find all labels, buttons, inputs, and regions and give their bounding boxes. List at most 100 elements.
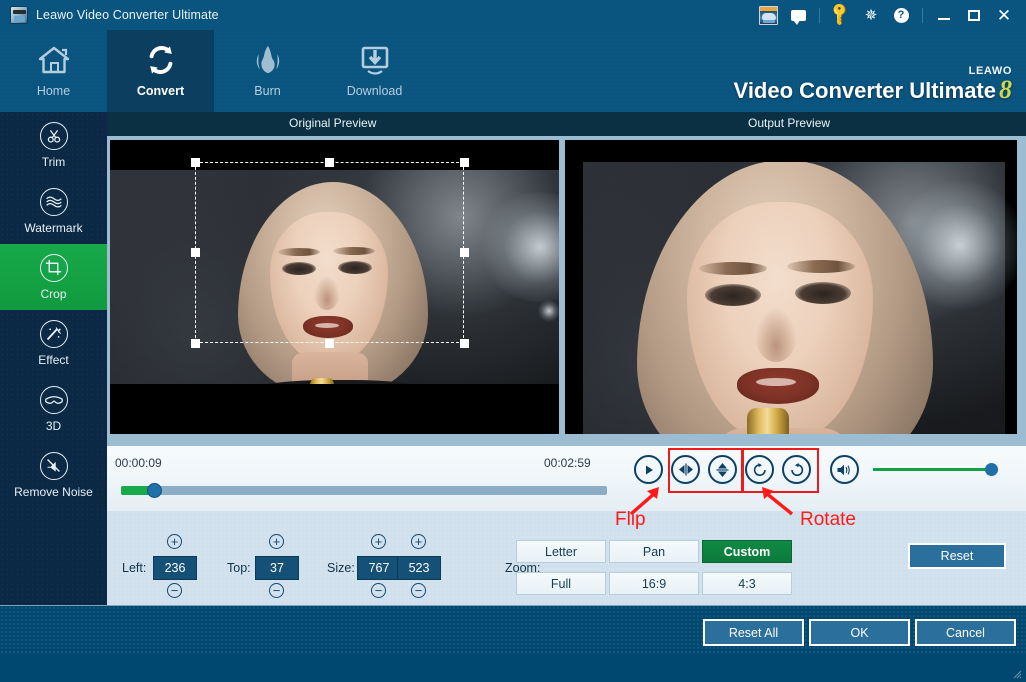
crop-handle-middle-left[interactable] <box>191 248 200 257</box>
play-icon <box>645 465 653 474</box>
annotation-arrows <box>629 487 794 516</box>
nav-label-burn: Burn <box>254 84 281 98</box>
help-button[interactable]: ? <box>887 2 915 28</box>
left-decrease-button[interactable]: − <box>167 583 182 598</box>
crop-handle-top-right[interactable] <box>460 158 469 167</box>
crop-editor-panel: Original Preview Output Preview 00:00:09… <box>107 112 1026 605</box>
maximize-icon <box>968 9 980 21</box>
settings-button[interactable]: ✵ <box>857 2 885 28</box>
speaker-icon <box>837 464 850 475</box>
crop-handle-bottom-left[interactable] <box>191 339 200 348</box>
sidebar-item-effect[interactable]: Effect <box>0 310 107 376</box>
promo-button[interactable] <box>754 2 782 28</box>
rotate-counterclockwise-button[interactable] <box>782 455 811 484</box>
cancel-button[interactable]: Cancel <box>915 619 1016 646</box>
resize-grip-icon[interactable] <box>1010 667 1022 679</box>
zoom-option-pan[interactable]: Pan <box>609 540 699 563</box>
top-value-field[interactable]: 37 <box>255 556 299 580</box>
volume-handle[interactable] <box>985 463 998 476</box>
reset-all-button[interactable]: Reset All <box>703 619 804 646</box>
sidebar-item-crop[interactable]: Crop <box>0 244 107 310</box>
waves-icon <box>39 187 68 216</box>
chat-icon <box>790 9 806 25</box>
convert-icon <box>143 44 179 79</box>
sidebar-label-effect: Effect <box>38 352 69 367</box>
size-height-increase-button[interactable]: + <box>411 534 426 549</box>
total-time: 00:02:59 <box>544 456 591 470</box>
preview-headers: Original Preview Output Preview <box>107 112 1026 136</box>
original-preview-video[interactable] <box>110 140 559 434</box>
glasses-3d-icon <box>39 385 68 414</box>
top-decrease-button[interactable]: − <box>269 583 284 598</box>
size-width-increase-button[interactable]: + <box>371 534 386 549</box>
output-preview-label: Output Preview <box>748 116 831 130</box>
maximize-button[interactable] <box>960 2 988 28</box>
crop-handle-middle-right[interactable] <box>460 248 469 257</box>
rotate-ccw-icon <box>790 462 803 476</box>
ok-button[interactable]: OK <box>809 619 910 646</box>
minimize-icon <box>938 18 950 20</box>
zoom-option-16-9[interactable]: 16:9 <box>609 572 699 595</box>
close-button[interactable]: ✕ <box>990 2 1018 28</box>
main-navigation: Home Convert Burn Download LEAWO Video C… <box>0 30 1026 112</box>
editor-sidebar: Trim Watermark Crop Effect 3D Remove Noi… <box>0 112 107 605</box>
brand-vendor: LEAWO <box>968 65 1012 77</box>
preview-area <box>107 136 1026 446</box>
size-height-field[interactable]: 523 <box>397 556 441 580</box>
zoom-option-custom[interactable]: Custom <box>702 540 792 563</box>
zoom-option-letter[interactable]: Letter <box>516 540 606 563</box>
minimize-button[interactable] <box>930 2 958 28</box>
video-frame-output <box>565 140 1017 434</box>
output-preview-video[interactable] <box>565 140 1017 434</box>
window-title: Leawo Video Converter Ultimate <box>36 8 219 22</box>
magic-wand-icon <box>39 319 68 348</box>
nav-item-burn[interactable]: Burn <box>214 30 321 112</box>
crop-handle-bottom-right[interactable] <box>460 339 469 348</box>
sidebar-item-trim[interactable]: Trim <box>0 112 107 178</box>
seek-handle[interactable] <box>147 483 162 498</box>
play-button[interactable] <box>634 455 663 484</box>
title-bar: Leawo Video Converter Ultimate 🔑 ✵ ? ✕ <box>0 0 1026 30</box>
zoom-option-4-3[interactable]: 4:3 <box>702 572 792 595</box>
close-icon: ✕ <box>996 5 1012 25</box>
zoom-option-full[interactable]: Full <box>516 572 606 595</box>
nav-label-convert: Convert <box>136 84 185 98</box>
left-value-field[interactable]: 236 <box>153 556 197 580</box>
sidebar-item-3d[interactable]: 3D <box>0 376 107 442</box>
register-button[interactable]: 🔑 <box>827 2 855 28</box>
left-increase-button[interactable]: + <box>167 534 182 549</box>
reset-button[interactable]: Reset <box>908 543 1006 569</box>
size-width-field[interactable]: 767 <box>357 556 401 580</box>
sidebar-item-watermark[interactable]: Watermark <box>0 178 107 244</box>
volume-button[interactable] <box>830 455 859 484</box>
feedback-button[interactable] <box>784 2 812 28</box>
crop-handle-top-center[interactable] <box>325 158 334 167</box>
flip-horizontal-button[interactable] <box>671 455 700 484</box>
top-increase-button[interactable]: + <box>269 534 284 549</box>
nav-item-home[interactable]: Home <box>0 30 107 112</box>
flip-vertical-button[interactable] <box>708 455 737 484</box>
nav-label-home: Home <box>36 84 71 98</box>
crop-icon <box>39 253 68 282</box>
noise-off-icon <box>39 451 68 480</box>
flip-vertical-icon <box>716 462 729 477</box>
size-height-decrease-button[interactable]: − <box>411 583 426 598</box>
seek-bar[interactable] <box>121 483 607 498</box>
home-icon <box>36 44 72 79</box>
nav-item-convert[interactable]: Convert <box>107 30 214 112</box>
nav-item-download[interactable]: Download <box>321 30 428 112</box>
volume-slider[interactable] <box>873 468 991 471</box>
title-bar-actions: 🔑 ✵ ? ✕ <box>754 0 1026 30</box>
film-clapper-icon <box>10 6 28 24</box>
rotate-clockwise-button[interactable] <box>745 455 774 484</box>
gear-icon: ✵ <box>864 6 878 24</box>
crop-handle-bottom-center[interactable] <box>325 339 334 348</box>
application-window: Leawo Video Converter Ultimate 🔑 ✵ ? ✕ H… <box>0 0 1026 682</box>
current-time: 00:00:09 <box>115 456 162 470</box>
sidebar-item-remove-noise[interactable]: Remove Noise <box>0 442 107 508</box>
sidebar-label-remove-noise: Remove Noise <box>14 484 93 499</box>
size-width-decrease-button[interactable]: − <box>371 583 386 598</box>
sidebar-label-trim: Trim <box>41 154 66 169</box>
crop-selection-rect[interactable] <box>195 162 464 343</box>
crop-handle-top-left[interactable] <box>191 158 200 167</box>
